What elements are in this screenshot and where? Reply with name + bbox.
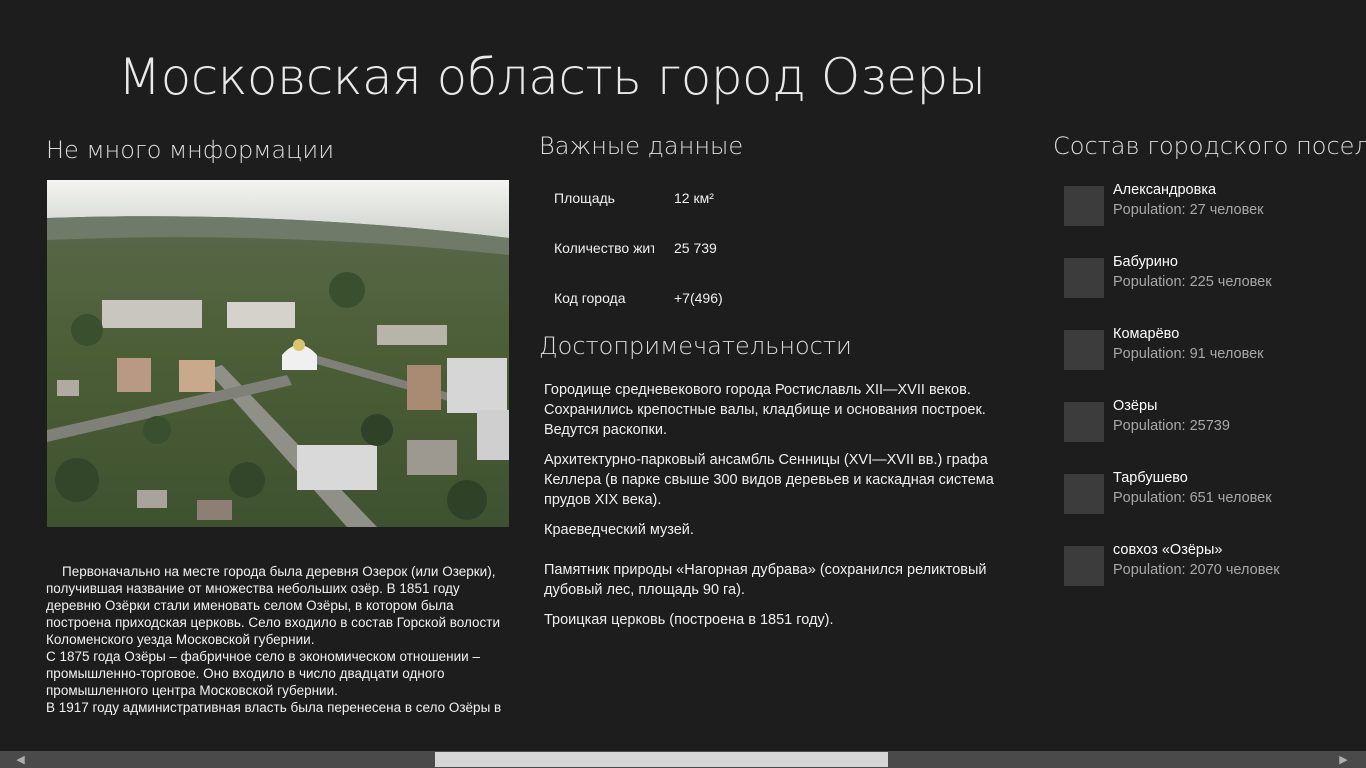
sights-heading: Достопримечательности (539, 332, 852, 360)
settlement-thumbnail (1064, 474, 1104, 514)
settlements-heading: Состав городского поселения (1053, 132, 1366, 160)
facts-heading: Важные данные (539, 132, 744, 160)
info-heading: Не много мнформации (46, 136, 335, 164)
sight-item: Памятник природы «Нагорная дубрава» (сох… (544, 562, 987, 598)
settlement-item[interactable]: Александровка Population: 27 человек (1064, 182, 1364, 254)
settlement-population: Population: 91 человек (1113, 346, 1264, 362)
settlement-name: Бабурино (1113, 254, 1178, 270)
fact-label: Количество жит (554, 240, 654, 256)
settlement-name: Тарбушево (1113, 470, 1188, 486)
fact-row-area: Площадь 12 км² (554, 190, 854, 240)
sights-list: Городище средневекового города Ростислав… (544, 380, 994, 640)
fact-row-population: Количество жит 25 739 (554, 240, 854, 290)
settlement-thumbnail (1064, 186, 1104, 226)
sight-item: Городище средневекового города Ростислав… (544, 382, 986, 438)
facts-table: Площадь 12 км² Количество жит 25 739 Код… (554, 190, 854, 340)
settlement-name: Комарёво (1113, 326, 1180, 342)
settlement-item[interactable]: Тарбушево Population: 651 человек (1064, 470, 1364, 542)
fact-label: Код города (554, 290, 626, 306)
settlement-thumbnail (1064, 402, 1104, 442)
fact-value: 12 км² (674, 190, 714, 206)
history-paragraph: Первоначально на месте города была дерев… (46, 564, 501, 647)
fact-value: 25 739 (674, 240, 717, 256)
history-paragraph: В 1917 году административная власть была… (46, 700, 502, 715)
sight-item: Краеведческий музей. (544, 522, 694, 538)
settlement-name: Озёры (1113, 398, 1158, 414)
horizontal-scrollbar[interactable]: ◀ ▶ (0, 751, 1366, 768)
settlement-item[interactable]: Бабурино Population: 225 человек (1064, 254, 1364, 326)
settlement-thumbnail (1064, 258, 1104, 298)
history-text: Первоначально на месте города была дерев… (46, 563, 516, 715)
settlement-thumbnail (1064, 330, 1104, 370)
page-title: Московская область город Озеры (118, 48, 986, 106)
scrollbar-thumb[interactable] (435, 752, 888, 767)
settlement-population: Population: 2070 человек (1113, 562, 1280, 578)
settlement-population: Population: 225 человек (1113, 274, 1272, 290)
settlement-thumbnail (1064, 546, 1104, 586)
sight-item: Архитектурно-парковый ансамбль Сенницы (… (544, 452, 994, 508)
fact-label: Площадь (554, 190, 615, 206)
settlement-name: Александровка (1113, 182, 1217, 198)
city-aerial-photo (47, 180, 509, 527)
settlement-item[interactable]: Комарёво Population: 91 человек (1064, 326, 1364, 398)
settlement-item[interactable]: Озёры Population: 25739 (1064, 398, 1364, 470)
scroll-left-icon[interactable]: ◀ (12, 751, 29, 768)
history-paragraph: С 1875 года Озёры – фабричное село в эко… (46, 649, 480, 698)
settlement-population: Population: 651 человек (1113, 490, 1272, 506)
settlements-list: Александровка Population: 27 человек Баб… (1064, 182, 1364, 614)
fact-value: +7(496) (674, 290, 723, 306)
sight-item: Троицкая церковь (построена в 1851 году)… (544, 612, 834, 628)
settlement-item[interactable]: совхоз «Озёры» Population: 2070 человек (1064, 542, 1364, 614)
settlement-population: Population: 27 человек (1113, 202, 1264, 218)
settlement-name: совхоз «Озёры» (1113, 542, 1223, 558)
settlement-population: Population: 25739 (1113, 418, 1230, 434)
scroll-right-icon[interactable]: ▶ (1335, 751, 1352, 768)
